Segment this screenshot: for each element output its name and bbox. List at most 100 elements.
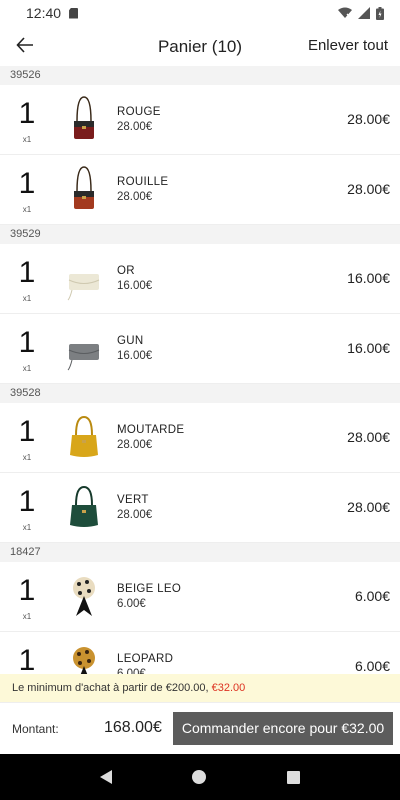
product-info: ROUILLE 28.00€	[114, 176, 168, 203]
quantity-stepper[interactable]: 1x1	[0, 155, 54, 225]
product-thumbnail[interactable]	[54, 85, 114, 155]
cart-item[interactable]: 1 x1 ROUILLE 28.00€ 28.00€	[0, 155, 400, 225]
line-total: 28.00€	[347, 429, 390, 445]
quantity-multiplier: x1	[22, 452, 32, 462]
product-name: MOUTARDE	[117, 424, 185, 436]
product-info: VERT 28.00€	[114, 494, 152, 521]
unit-price: 6.00€	[117, 598, 146, 610]
quantity-stepper[interactable]: 1x1	[0, 562, 54, 632]
notice-remaining: €32.00	[211, 682, 246, 694]
wifi-icon	[338, 7, 352, 19]
status-bar: 12:40	[0, 0, 400, 26]
product-name: BEIGE LEO	[117, 583, 182, 595]
quantity-stepper[interactable]: 1x1	[0, 314, 54, 384]
app-bar: Panier (10) Enlever tout	[0, 26, 400, 66]
remove-all-button[interactable]: Enlever tout	[308, 37, 388, 54]
quantity-multiplier: x1	[22, 293, 32, 303]
unit-price: 16.00€	[117, 350, 153, 362]
product-image	[67, 343, 100, 370]
unit-price: 28.00€	[117, 439, 153, 451]
line-total: 6.00€	[354, 588, 390, 604]
group-header: 18427	[0, 543, 400, 562]
amount-value: 168.00€	[104, 719, 162, 736]
quantity-multiplier: x1	[22, 134, 32, 144]
quantity-stepper[interactable]: 1x1	[0, 473, 54, 543]
product-thumbnail[interactable]	[54, 244, 114, 314]
quantity-multiplier: x1	[22, 204, 32, 214]
product-image	[73, 646, 95, 674]
product-thumbnail[interactable]	[54, 403, 114, 473]
quantity-stepper[interactable]: 1x1	[0, 632, 54, 674]
quantity-value: 1	[18, 643, 36, 674]
line-total: 28.00€	[347, 111, 390, 127]
product-info: LEOPARD 6.00€	[114, 653, 173, 674]
line-total: 28.00€	[347, 181, 390, 197]
unit-price: 28.00€	[117, 191, 153, 203]
system-nav-bar	[0, 754, 400, 800]
line-total: 6.00€	[354, 658, 390, 674]
product-info: GUN 16.00€	[114, 335, 152, 362]
product-name: VERT	[117, 494, 149, 506]
quantity-value: 1	[18, 414, 36, 448]
quantity-value: 1	[18, 96, 36, 130]
product-thumbnail[interactable]	[54, 562, 114, 632]
quantity-stepper[interactable]: 1x1	[0, 403, 54, 473]
group-header: 39526	[0, 66, 400, 85]
product-name: ROUILLE	[117, 176, 169, 188]
nav-back-icon[interactable]	[100, 770, 113, 784]
line-total: 16.00€	[347, 270, 390, 286]
checkout-footer: Montant: 168.00€ Commander encore pour €…	[0, 702, 400, 754]
quantity-multiplier: x1	[22, 522, 32, 532]
cart-item[interactable]: 1 x1 MOUTARDE 28.00€ 28.00€	[0, 403, 400, 473]
quantity-multiplier: x1	[22, 611, 32, 621]
line-total: 16.00€	[347, 340, 390, 356]
quantity-value: 1	[18, 484, 36, 518]
product-thumbnail[interactable]	[54, 155, 114, 225]
cart-item[interactable]: 1 x1 OR 16.00€ 16.00€	[0, 244, 400, 314]
line-total: 28.00€	[347, 499, 390, 515]
product-name: OR	[117, 265, 135, 277]
nav-home-icon[interactable]	[192, 770, 207, 784]
quantity-value: 1	[18, 573, 36, 607]
signal-icon	[358, 7, 370, 19]
cart-item[interactable]: 1 x1 BEIGE LEO 6.00€ 6.00€	[0, 562, 400, 632]
product-name: LEOPARD	[117, 653, 174, 665]
product-image	[73, 576, 95, 616]
order-button[interactable]: Commander encore pour €32.00	[173, 712, 393, 745]
notice-text: Le minimum d'achat à partir de €200.00,	[12, 682, 209, 694]
group-header: 39528	[0, 384, 400, 403]
unit-price: 28.00€	[117, 509, 153, 521]
cart-item[interactable]: 1 x1 ROUGE 28.00€ 28.00€	[0, 85, 400, 155]
product-thumbnail[interactable]	[54, 314, 114, 384]
quantity-value: 1	[18, 255, 36, 289]
product-name: ROUGE	[117, 106, 161, 118]
status-time: 12:40	[26, 5, 62, 21]
unit-price: 16.00€	[117, 280, 153, 292]
sd-card-icon	[69, 7, 79, 19]
quantity-stepper[interactable]: 1x1	[0, 244, 54, 314]
quantity-multiplier: x1	[22, 363, 32, 373]
group-header: 39529	[0, 225, 400, 244]
nav-recents-icon[interactable]	[286, 770, 300, 784]
product-image	[70, 415, 98, 457]
battery-icon	[376, 6, 384, 20]
product-info: ROUGE 28.00€	[114, 106, 161, 133]
product-info: OR 16.00€	[114, 265, 152, 292]
product-info: BEIGE LEO 6.00€	[114, 583, 181, 610]
unit-price: 28.00€	[117, 121, 153, 133]
product-image	[74, 165, 94, 209]
product-thumbnail[interactable]	[54, 632, 114, 674]
cart-item[interactable]: 1x1 LEOPARD6.00€ 6.00€	[0, 632, 400, 674]
product-image	[70, 485, 98, 527]
cart-item[interactable]: 1 x1 VERT 28.00€ 28.00€	[0, 473, 400, 543]
cart-list[interactable]: 39526 1 x1 ROUGE 28.00€ 28.00€ 1 x1 ROUILLE 28.00…	[0, 66, 400, 674]
product-image	[67, 273, 100, 300]
minimum-purchase-notice: Le minimum d'achat à partir de €200.00, …	[0, 674, 400, 702]
product-thumbnail[interactable]	[54, 473, 114, 543]
product-info: MOUTARDE 28.00€	[114, 424, 184, 451]
cart-item[interactable]: 1 x1 GUN 16.00€ 16.00€	[0, 314, 400, 384]
amount-label: Montant:	[12, 722, 59, 736]
quantity-value: 1	[18, 166, 36, 200]
quantity-stepper[interactable]: 1x1	[0, 85, 54, 155]
quantity-value: 1	[18, 325, 36, 359]
